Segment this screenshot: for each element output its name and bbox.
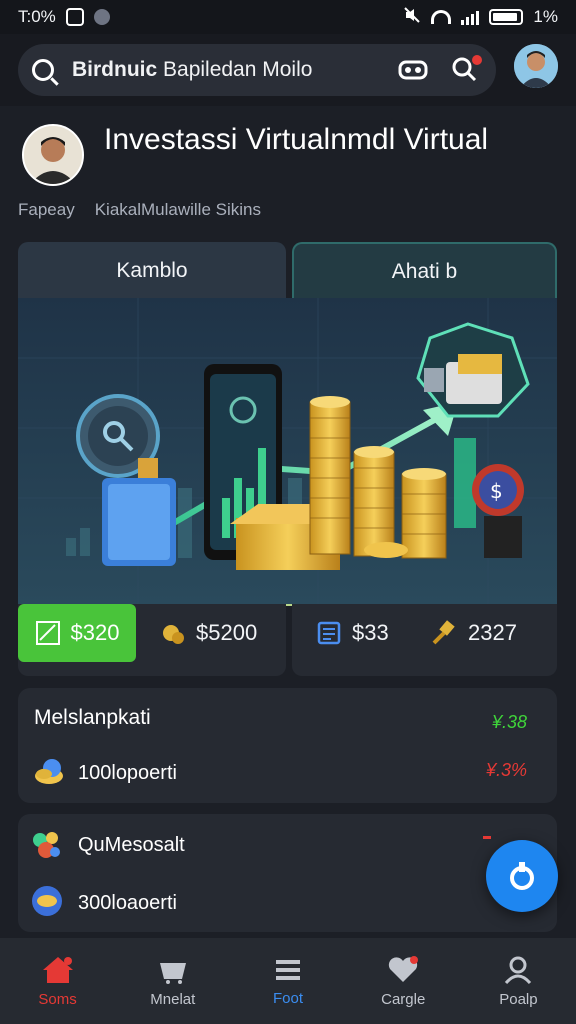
stat-green-value[interactable]: $320 <box>18 604 136 662</box>
portfolio-card[interactable]: Melslanpkati ¥.38 100lopoerti ¥.3% <box>18 688 557 803</box>
menu-icon <box>276 959 300 980</box>
search-bar[interactable]: Birdnuic Bapiledan Moilo <box>18 44 496 96</box>
stat-ledger-value[interactable]: $33 <box>316 604 389 662</box>
gavel-icon <box>432 620 455 645</box>
profile-avatar[interactable] <box>22 124 84 186</box>
change-up: ¥.38 <box>491 712 527 732</box>
refresh-icon <box>510 862 534 890</box>
stat-value: $320 <box>70 620 120 645</box>
nav-label: Soms <box>38 990 77 1008</box>
nav-feed[interactable]: Foot <box>230 938 345 1024</box>
ledger-icon <box>317 621 341 645</box>
profile-icon <box>505 956 532 984</box>
card-title: Melslanpkati <box>34 706 151 729</box>
nav-label: Mnelat <box>150 990 196 1008</box>
status-time: T:0% <box>18 7 56 26</box>
stats-right: $33 2327 <box>292 604 557 676</box>
investment-illustration: $ <box>18 298 557 606</box>
bottom-nav: Soms Mnelat Foot Cargle Poalp <box>0 938 576 1024</box>
coin-bag-icon <box>163 625 184 644</box>
heart-icon <box>389 955 419 982</box>
mixed-assets-icon <box>33 832 60 858</box>
battery-icon <box>489 9 524 25</box>
subtitle-right: KiakalMulawille Sikins <box>94 200 261 219</box>
nav-profile[interactable]: Poalp <box>461 938 576 1024</box>
floating-action-button[interactable] <box>486 840 558 912</box>
notification-app-icon <box>65 8 84 26</box>
stat-value: $5200 <box>196 620 258 645</box>
svg-text:$: $ <box>490 479 503 503</box>
wifi-icon <box>431 10 452 24</box>
search-input[interactable]: Birdnuic Bapiledan Moilo <box>72 58 378 82</box>
coin-icon <box>32 886 62 916</box>
stat-value: 2327 <box>468 620 517 645</box>
subtitle-left: Fapeay <box>18 200 75 219</box>
page-title: Investassi Virtualnmdl Virtual <box>104 123 489 156</box>
nav-label: Cargle <box>381 990 426 1008</box>
coin-stack-icon <box>35 759 63 784</box>
nav-home[interactable]: Soms <box>0 938 115 1024</box>
chart-icon <box>35 621 60 645</box>
status-bar: T:0% 1% <box>0 0 576 34</box>
row-text: 100lopoerti <box>78 762 177 784</box>
search-alert-icon[interactable] <box>448 53 482 87</box>
change-down: ¥.3% <box>485 760 527 780</box>
nav-favorites[interactable]: Cargle <box>346 938 461 1024</box>
cart-icon <box>159 962 186 984</box>
stats-left: $320 $5200 <box>18 604 286 676</box>
home-icon <box>42 956 73 983</box>
stat-gavel-value[interactable]: 2327 <box>430 604 517 662</box>
row-text: 300loaoerti <box>78 892 177 914</box>
card-title: QuMesosalt <box>78 834 185 856</box>
top-bar: Birdnuic Bapiledan Moilo <box>0 34 576 106</box>
nav-market[interactable]: Mnelat <box>115 938 230 1024</box>
signal-icon <box>461 9 480 25</box>
nav-label: Foot <box>273 989 304 1007</box>
notification-badge <box>472 55 482 65</box>
tab-kamblo[interactable]: Kamblo <box>18 242 286 300</box>
search-icon[interactable] <box>32 59 54 81</box>
indicator-icon <box>483 836 491 839</box>
stat-coin-value[interactable]: $5200 <box>160 604 257 662</box>
tab-ahati[interactable]: Ahati b <box>292 242 557 300</box>
battery-percent: 1% <box>533 7 558 26</box>
user-avatar[interactable] <box>514 44 558 88</box>
vr-headset-icon[interactable] <box>396 53 430 87</box>
mute-icon <box>403 6 421 29</box>
notification-dot-icon <box>93 9 110 25</box>
nav-label: Poalp <box>499 990 538 1008</box>
profile-subtitle: Fapeay KiakalMulawille Sikins <box>18 200 261 220</box>
stat-value: $33 <box>352 620 389 645</box>
asset-card[interactable]: QuMesosalt 300loaoerti <box>18 814 557 932</box>
